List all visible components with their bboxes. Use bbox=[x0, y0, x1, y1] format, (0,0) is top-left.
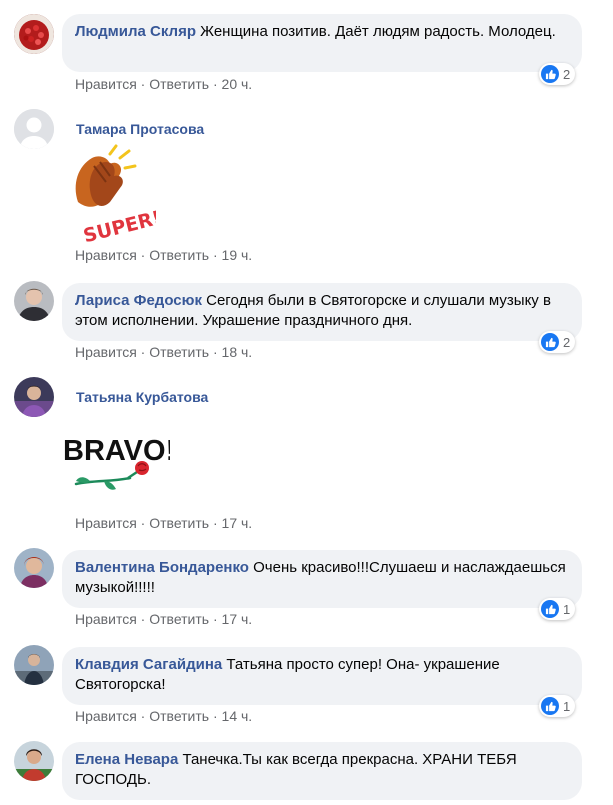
reaction-number: 2 bbox=[563, 334, 571, 350]
comment-actions: Нравится · Ответить · 17 ч. bbox=[75, 515, 253, 531]
like-link[interactable]: Нравится bbox=[75, 247, 137, 263]
like-icon bbox=[541, 333, 559, 351]
like-icon bbox=[541, 697, 559, 715]
super-text: SUPER! bbox=[81, 207, 156, 242]
avatar[interactable] bbox=[14, 377, 54, 417]
reaction-number: 2 bbox=[563, 66, 571, 82]
comment-bubble: Лариса Федосюк Сегодня были в Святогорск… bbox=[62, 283, 582, 341]
reaction-number: 1 bbox=[563, 601, 571, 617]
reply-link[interactable]: Ответить bbox=[149, 247, 209, 263]
like-icon bbox=[541, 65, 559, 83]
comment-actions: Нравится · Ответить · 14 ч. bbox=[75, 708, 253, 724]
comment-author[interactable]: Тамара Протасова bbox=[76, 121, 204, 137]
comment-time[interactable]: 14 ч. bbox=[222, 708, 253, 724]
reaction-number: 1 bbox=[563, 698, 571, 714]
like-icon bbox=[541, 600, 559, 618]
comment-bubble: Валентина Бондаренко Очень красиво!!!Слу… bbox=[62, 550, 582, 608]
like-link[interactable]: Нравится bbox=[75, 76, 137, 92]
reply-link[interactable]: Ответить bbox=[149, 611, 209, 627]
comment-time[interactable]: 19 ч. bbox=[222, 247, 253, 263]
avatar[interactable] bbox=[14, 281, 54, 321]
bravo-rose-sticker: BRAVO! bbox=[60, 428, 175, 498]
comment-time[interactable]: 17 ч. bbox=[222, 515, 253, 531]
comment-bubble: Елена Невара Танечка.Ты как всегда прекр… bbox=[62, 742, 582, 800]
comment-time[interactable]: 20 ч. bbox=[222, 76, 253, 92]
like-link[interactable]: Нравится bbox=[75, 515, 137, 531]
comment-actions: Нравится · Ответить · 19 ч. bbox=[75, 247, 253, 263]
comment-actions: Нравится · Ответить · 17 ч. bbox=[75, 611, 253, 627]
comment-author[interactable]: Валентина Бондаренко bbox=[75, 559, 249, 576]
reply-link[interactable]: Ответить bbox=[149, 515, 209, 531]
comment-actions: Нравится · Ответить · 20 ч. bbox=[75, 76, 253, 92]
avatar[interactable] bbox=[14, 741, 54, 781]
comment-time[interactable]: 17 ч. bbox=[222, 611, 253, 627]
avatar[interactable] bbox=[14, 548, 54, 588]
avatar[interactable] bbox=[14, 109, 54, 149]
reaction-count[interactable]: 1 bbox=[539, 695, 576, 717]
comment-bubble: Людмила Скляр Женщина позитив. Даёт людя… bbox=[62, 14, 582, 72]
reaction-count[interactable]: 2 bbox=[539, 331, 576, 353]
comment-actions: Нравится · Ответить · 18 ч. bbox=[75, 344, 253, 360]
like-link[interactable]: Нравится bbox=[75, 344, 137, 360]
comment-author[interactable]: Клавдия Сагайдина bbox=[75, 656, 222, 673]
comment-bubble: Клавдия Сагайдина Татьяна просто супер! … bbox=[62, 647, 582, 705]
avatar[interactable] bbox=[14, 14, 54, 54]
comment-time[interactable]: 18 ч. bbox=[222, 344, 253, 360]
comment-author[interactable]: Елена Невара bbox=[75, 751, 178, 768]
bravo-text: BRAVO! bbox=[63, 435, 170, 467]
reply-link[interactable]: Ответить bbox=[149, 708, 209, 724]
avatar[interactable] bbox=[14, 645, 54, 685]
reply-link[interactable]: Ответить bbox=[149, 76, 209, 92]
like-link[interactable]: Нравится bbox=[75, 708, 137, 724]
reaction-count[interactable]: 1 bbox=[539, 598, 576, 620]
reply-link[interactable]: Ответить bbox=[149, 344, 209, 360]
super-clap-sticker: SUPER! bbox=[70, 144, 163, 247]
comment-author[interactable]: Людмила Скляр bbox=[75, 23, 196, 40]
reaction-count[interactable]: 2 bbox=[539, 63, 576, 85]
comment-author[interactable]: Татьяна Курбатова bbox=[76, 389, 208, 405]
comment-author[interactable]: Лариса Федосюк bbox=[75, 292, 202, 309]
like-link[interactable]: Нравится bbox=[75, 611, 137, 627]
comment-text: Женщина позитив. Даёт людям радость. Мол… bbox=[200, 23, 556, 40]
